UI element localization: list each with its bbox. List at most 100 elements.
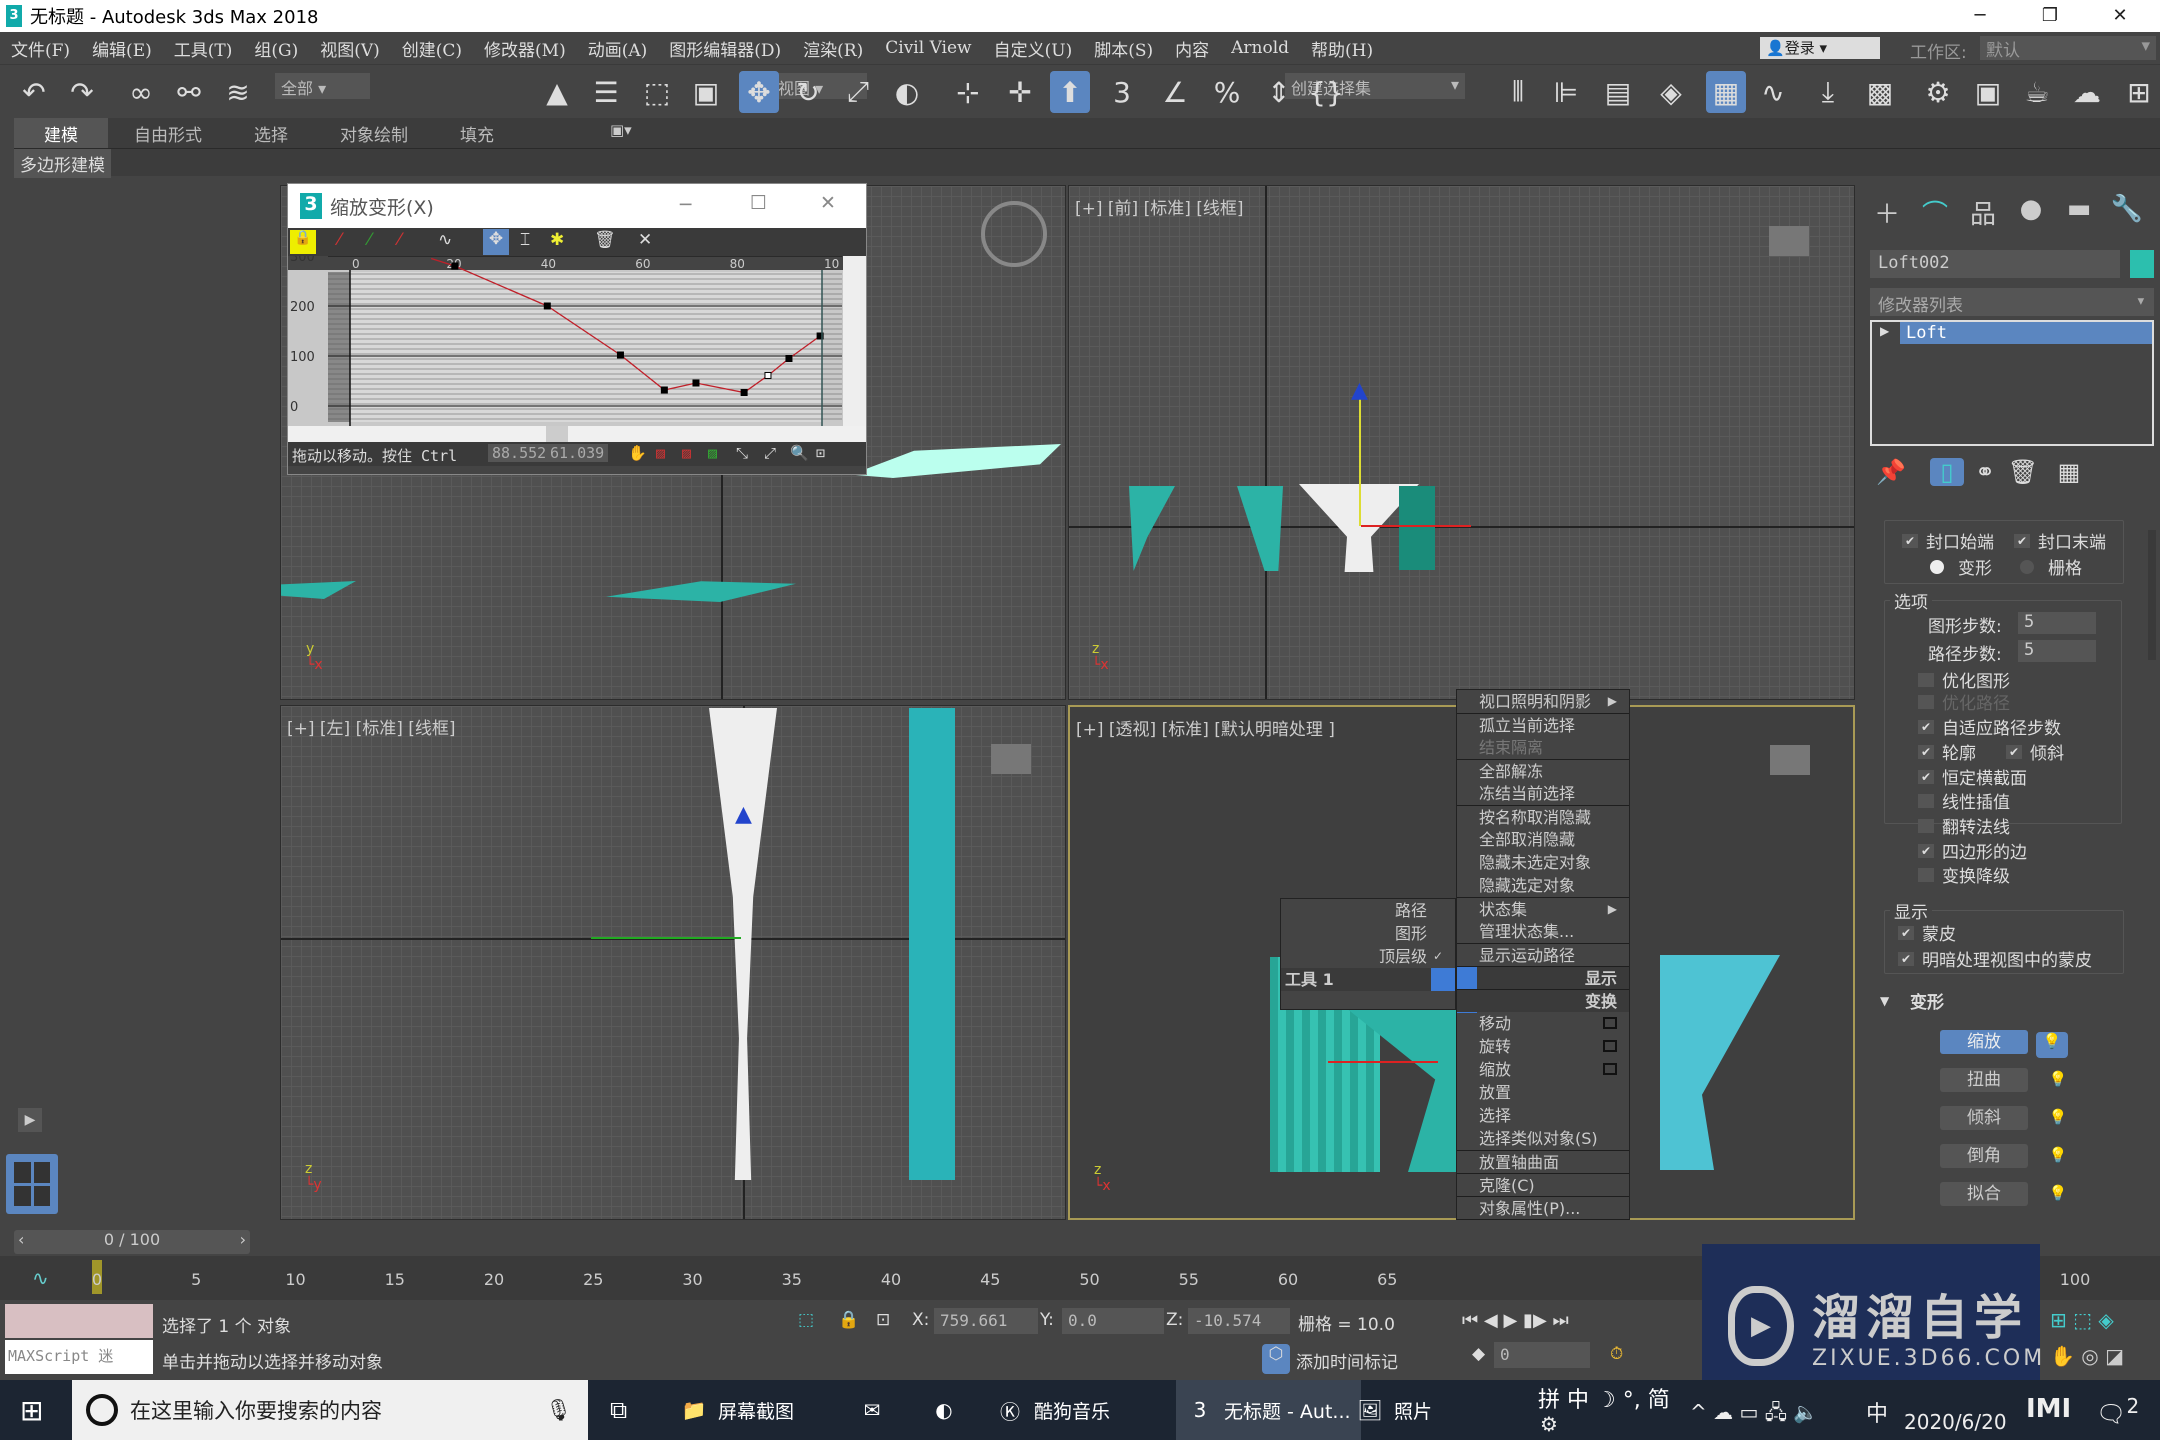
settings-icon[interactable]: ⚙ <box>1540 1412 1558 1436</box>
select-by-name-icon[interactable]: ☰ <box>586 71 626 113</box>
context-menu-item[interactable]: 放置 <box>1457 1081 1629 1104</box>
control-point[interactable] <box>692 379 700 387</box>
maxscript-mini-listener[interactable]: MAXScript 迷 <box>5 1340 153 1374</box>
curve-editor-icon[interactable]: ∿ <box>1753 71 1793 113</box>
context-menu-item[interactable]: 按名称取消隐藏 <box>1457 805 1629 828</box>
link-icon[interactable]: ∞ <box>121 71 161 113</box>
system-tray-icons[interactable]: ^ ☁ ▭ 🖧 🔈 <box>1690 1398 1818 1432</box>
gizmo-y-axis[interactable] <box>591 937 741 939</box>
curtain-object[interactable] <box>606 581 796 602</box>
reset-curve-icon[interactable]: ✕ <box>638 230 652 250</box>
radio[interactable]: 变形 <box>1930 554 1992 579</box>
menu-item[interactable]: 图形编辑器(D) <box>658 36 792 61</box>
gizmo-x-axis[interactable] <box>1328 1061 1438 1063</box>
task-view-button[interactable]: ⧉ <box>610 1380 627 1440</box>
shape-steps-spinner[interactable]: 5 <box>2018 612 2096 634</box>
x-ruler[interactable] <box>288 256 843 270</box>
loft-object[interactable] <box>709 708 777 1180</box>
path-steps-spinner[interactable]: 5 <box>2018 640 2096 662</box>
gizmo-z-arrow[interactable]: ▲ <box>1351 378 1368 403</box>
menu-item[interactable]: 修改器(M) <box>473 36 577 61</box>
hierarchy-icon[interactable]: 品 <box>1960 194 2006 234</box>
viewcube-icon[interactable] <box>1770 745 1810 775</box>
control-point[interactable] <box>785 355 793 362</box>
scale-icon[interactable]: ⤢ <box>838 71 878 113</box>
snap-toggle-icon[interactable]: ⬆ <box>1050 71 1090 113</box>
spinner-snap-icon[interactable]: ⇕ <box>1259 71 1299 113</box>
checkbox[interactable]: ✔ 四边形的边 <box>1918 838 2027 863</box>
scene-explorer-icon[interactable]: ▤ <box>1598 71 1638 113</box>
point-x-field[interactable]: 88.552 <box>488 444 551 462</box>
control-point[interactable] <box>543 302 551 310</box>
y-tick-label[interactable]: 200 <box>290 300 315 315</box>
window-crossing-icon[interactable]: ▣ <box>686 71 726 113</box>
time-slider-thumb[interactable]: ‹ 0 / 100 › <box>14 1230 250 1254</box>
app-tray-icon[interactable]: IMI <box>2026 1394 2071 1424</box>
deformation-button[interactable]: 拟合 <box>1940 1182 2028 1206</box>
panel-scrollbar[interactable] <box>2148 530 2156 660</box>
pan-icon[interactable]: ✋ <box>628 444 647 462</box>
bind-space-warp-icon[interactable]: ≋ <box>218 71 258 113</box>
undo-icon[interactable]: ↶ <box>14 71 54 113</box>
loft-object[interactable] <box>851 444 1061 478</box>
display-y-axis-icon[interactable]: ⁄ <box>368 230 371 250</box>
modify-icon[interactable]: ⌒ <box>1912 194 1958 234</box>
gizmo-z-arrow[interactable]: ▲ <box>735 802 752 827</box>
angle-snap-icon[interactable]: ∠ <box>1155 71 1195 113</box>
context-menu-item[interactable]: 管理状态集... <box>1457 920 1629 943</box>
percent-snap-icon[interactable]: % <box>1207 71 1247 113</box>
context-menu-item[interactable]: 克隆(C) <box>1457 1173 1629 1196</box>
mirror-icon[interactable]: ⫴ <box>1498 71 1538 113</box>
selection-filter-dropdown[interactable]: 全部 ▾ <box>275 73 370 99</box>
checkbox[interactable]: ✔ 明暗处理视图中的蒙皮 <box>1898 946 2092 971</box>
x-tick-label[interactable]: 10 <box>824 257 839 271</box>
microphone-icon[interactable]: 🎙 <box>545 1398 572 1423</box>
language-indicator[interactable]: 中 <box>1866 1396 1888 1428</box>
y-tick-label[interactable]: 100 <box>290 350 315 365</box>
enable-toggle-icon[interactable]: 💡 <box>2036 1032 2068 1058</box>
ribbon-tab[interactable]: 选择 <box>228 121 314 146</box>
time-config-icon[interactable]: ⏱ <box>1610 1344 1623 1364</box>
deformations-rollout-header[interactable]: 变形 <box>1870 988 2154 1016</box>
place-icon[interactable]: ◐ <box>887 71 927 113</box>
zoom-icon[interactable]: 🔍 <box>790 444 809 462</box>
menu-item[interactable]: 编辑(E) <box>81 36 163 61</box>
context-menu-item[interactable]: 隐藏未选定对象 <box>1457 851 1629 874</box>
close-button[interactable]: ✕ <box>2090 0 2150 32</box>
material-editor-icon[interactable]: ▩ <box>1860 71 1900 113</box>
display-xy-axes-icon[interactable]: ⁄ <box>398 230 401 250</box>
deformation-curve-graph[interactable]: 020406080103002001000 <box>288 256 866 426</box>
dialog-maximize-button[interactable]: ☐ <box>750 192 767 214</box>
z-coordinate-field[interactable]: -10.574 <box>1188 1308 1290 1334</box>
viewport-left[interactable]: [+] [左] [标准] [线框] ▲ z └y <box>280 705 1066 1220</box>
dialog-minimize-button[interactable]: ─ <box>680 194 691 216</box>
minimize-button[interactable]: ─ <box>1950 0 2010 32</box>
viewcube-icon[interactable] <box>991 744 1031 774</box>
deformation-button[interactable]: 缩放 <box>1940 1030 2028 1054</box>
menu-item[interactable]: 自定义(U) <box>983 36 1084 61</box>
utilities-icon[interactable]: 🔧 <box>2104 194 2150 234</box>
prev-frame-icon[interactable]: ‹ <box>14 1230 24 1249</box>
viewport-label[interactable]: [+] [前] [标准] [线框] <box>1075 194 1244 219</box>
control-point[interactable] <box>764 371 772 379</box>
render-setup-icon[interactable]: ⚙ <box>1918 71 1958 113</box>
quad-menu-item[interactable]: 顶层级 ✓ <box>1281 945 1455 968</box>
pivot-icon[interactable]: ⊹ <box>948 71 988 113</box>
make-symmetrical-icon[interactable]: 🔒 <box>290 230 316 254</box>
enable-toggle-icon[interactable]: 💡 <box>2048 1146 2068 1164</box>
isolate-selection-icon[interactable]: ⬚ <box>798 1310 814 1330</box>
zoom-vertical-icon[interactable]: ⤢ <box>764 444 776 462</box>
menu-item[interactable]: 文件(F) <box>0 36 81 61</box>
select-move-icon[interactable]: ✥ <box>739 71 779 113</box>
gizmo-z-axis[interactable] <box>1359 386 1361 526</box>
unlink-icon[interactable]: ⚯ <box>169 71 209 113</box>
checkbox[interactable]: ✔ 蒙皮 <box>1898 920 1956 945</box>
checkbox[interactable]: ✔ 恒定横截面 <box>1918 764 2027 789</box>
context-menu-item[interactable]: 放置轴曲面 <box>1457 1150 1629 1173</box>
context-menu-item[interactable]: 移动 <box>1457 1012 1629 1035</box>
next-frame-icon[interactable]: › <box>240 1230 250 1249</box>
enable-toggle-icon[interactable]: 💡 <box>2048 1184 2068 1202</box>
control-point[interactable] <box>616 351 624 359</box>
y-coordinate-field[interactable]: 0.0 <box>1062 1308 1164 1334</box>
time-tag-icon[interactable]: ⬡ <box>1262 1344 1290 1374</box>
